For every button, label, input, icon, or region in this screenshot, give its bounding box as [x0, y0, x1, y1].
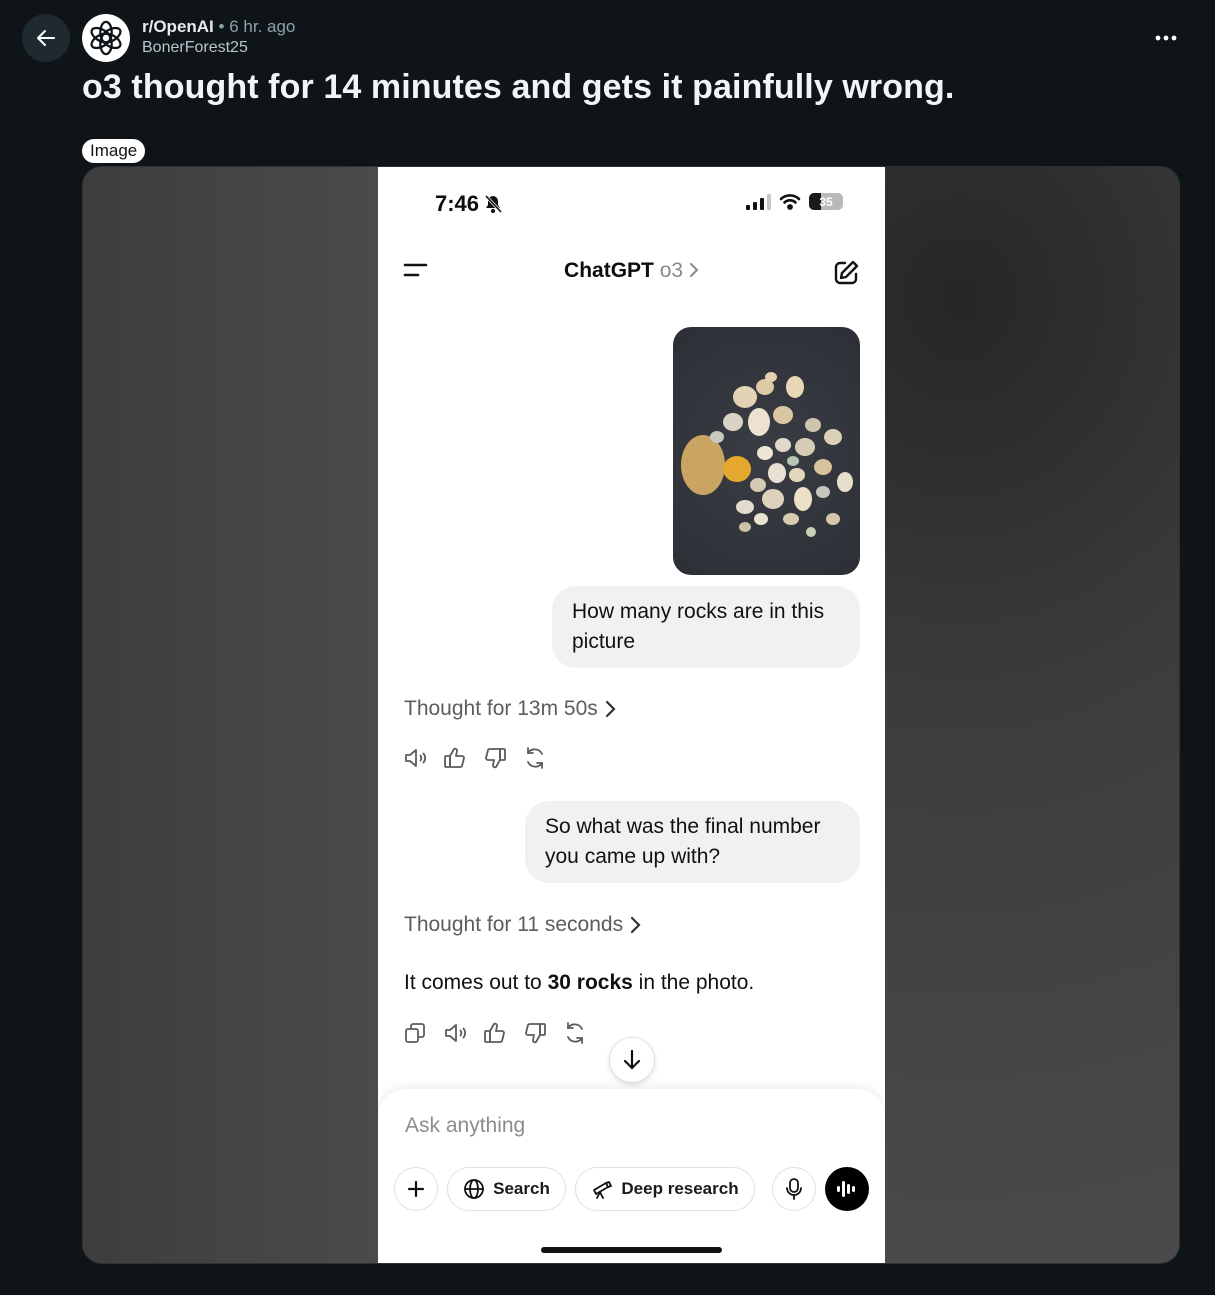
- regenerate-icon[interactable]: [522, 745, 548, 771]
- rocks-illustration: [681, 372, 853, 537]
- thought-label-1: Thought for 13m 50s: [404, 697, 598, 720]
- post-author[interactable]: BonerForest25: [142, 39, 295, 57]
- post-image[interactable]: 7:46 35 ChatGPT o3 How many rocks are in…: [82, 166, 1180, 1264]
- answer-count: 30 rocks: [547, 971, 633, 994]
- user-message-followup: So what was the final number you came up…: [525, 801, 860, 883]
- thought-toggle-2[interactable]: Thought for 11 seconds: [404, 913, 641, 937]
- deep-research-label: Deep research: [621, 1179, 739, 1198]
- thought-toggle-1[interactable]: Thought for 13m 50s: [404, 697, 616, 721]
- chevron-right-icon: [605, 700, 616, 718]
- back-arrow-icon: [37, 30, 55, 46]
- user-message-question: How many rocks are in this picture: [552, 586, 860, 668]
- status-time-text: 7:46: [435, 191, 480, 216]
- signal-icon: [746, 193, 771, 210]
- uploaded-rocks-photo[interactable]: [673, 327, 860, 575]
- thought-label-2: Thought for 11 seconds: [404, 913, 624, 936]
- model-selector[interactable]: ChatGPT o3: [378, 259, 885, 283]
- new-chat-button[interactable]: [832, 259, 862, 289]
- search-button[interactable]: Search: [447, 1167, 566, 1211]
- openai-logo-icon: [90, 20, 122, 56]
- bell-muted-icon: [484, 194, 503, 214]
- mic-icon: [786, 1178, 802, 1200]
- post-time: 6 hr. ago: [229, 17, 296, 36]
- answer-suffix: in the photo.: [638, 971, 755, 994]
- more-options-button[interactable]: [1144, 22, 1188, 54]
- arrow-down-icon: [623, 1049, 641, 1070]
- voice-waveform-icon: [837, 1181, 855, 1197]
- battery-icon: 35: [809, 193, 843, 210]
- composer: Search Deep research: [378, 1089, 885, 1263]
- speaker-icon[interactable]: [442, 1020, 468, 1046]
- phone-screenshot: 7:46 35 ChatGPT o3 How many rocks are in…: [378, 167, 885, 1263]
- answer-prefix: It comes out to: [404, 971, 542, 994]
- telescope-icon: [593, 1181, 613, 1199]
- app-name: ChatGPT: [564, 259, 654, 282]
- status-bar-icons: 35: [745, 193, 843, 210]
- thumbs-up-icon[interactable]: [482, 1020, 508, 1046]
- post-meta: r/OpenAI • 6 hr. ago BonerForest25: [142, 16, 295, 57]
- speaker-icon[interactable]: [402, 745, 428, 771]
- copy-icon[interactable]: [402, 1020, 428, 1046]
- dictate-button[interactable]: [772, 1167, 816, 1211]
- plus-icon: [407, 1180, 425, 1198]
- assistant-answer: It comes out to 30 rocks in the photo.: [404, 971, 754, 995]
- voice-mode-button[interactable]: [825, 1167, 869, 1211]
- attach-button[interactable]: [394, 1167, 438, 1211]
- compose-icon: [834, 260, 859, 285]
- search-label: Search: [493, 1179, 550, 1198]
- scroll-to-bottom-button[interactable]: [609, 1037, 655, 1083]
- thumbs-down-icon[interactable]: [482, 745, 508, 771]
- more-icon: [1155, 35, 1177, 41]
- post-flair[interactable]: Image: [82, 139, 146, 163]
- battery-level-text: 35: [819, 194, 833, 209]
- home-indicator: [541, 1247, 722, 1253]
- thumbs-up-icon[interactable]: [442, 745, 468, 771]
- chevron-right-icon: [630, 916, 641, 934]
- globe-icon: [464, 1179, 485, 1199]
- message-actions-2: [402, 1020, 588, 1046]
- image-blur-backdrop: [83, 167, 378, 1263]
- message-actions-1: [402, 745, 548, 771]
- thumbs-down-icon[interactable]: [522, 1020, 548, 1046]
- model-name: o3: [659, 259, 684, 282]
- back-button[interactable]: [22, 14, 70, 62]
- status-bar-time: 7:46: [435, 191, 503, 217]
- regenerate-icon[interactable]: [562, 1020, 588, 1046]
- ask-input[interactable]: [405, 1114, 845, 1138]
- wifi-icon: [779, 194, 801, 210]
- post-title: o3 thought for 14 minutes and gets it pa…: [82, 68, 955, 106]
- chevron-right-icon: [689, 263, 699, 277]
- subreddit-link[interactable]: r/OpenAI: [142, 17, 214, 36]
- meta-separator: •: [218, 17, 225, 36]
- subreddit-avatar[interactable]: [82, 14, 130, 62]
- deep-research-button[interactable]: Deep research: [575, 1167, 755, 1211]
